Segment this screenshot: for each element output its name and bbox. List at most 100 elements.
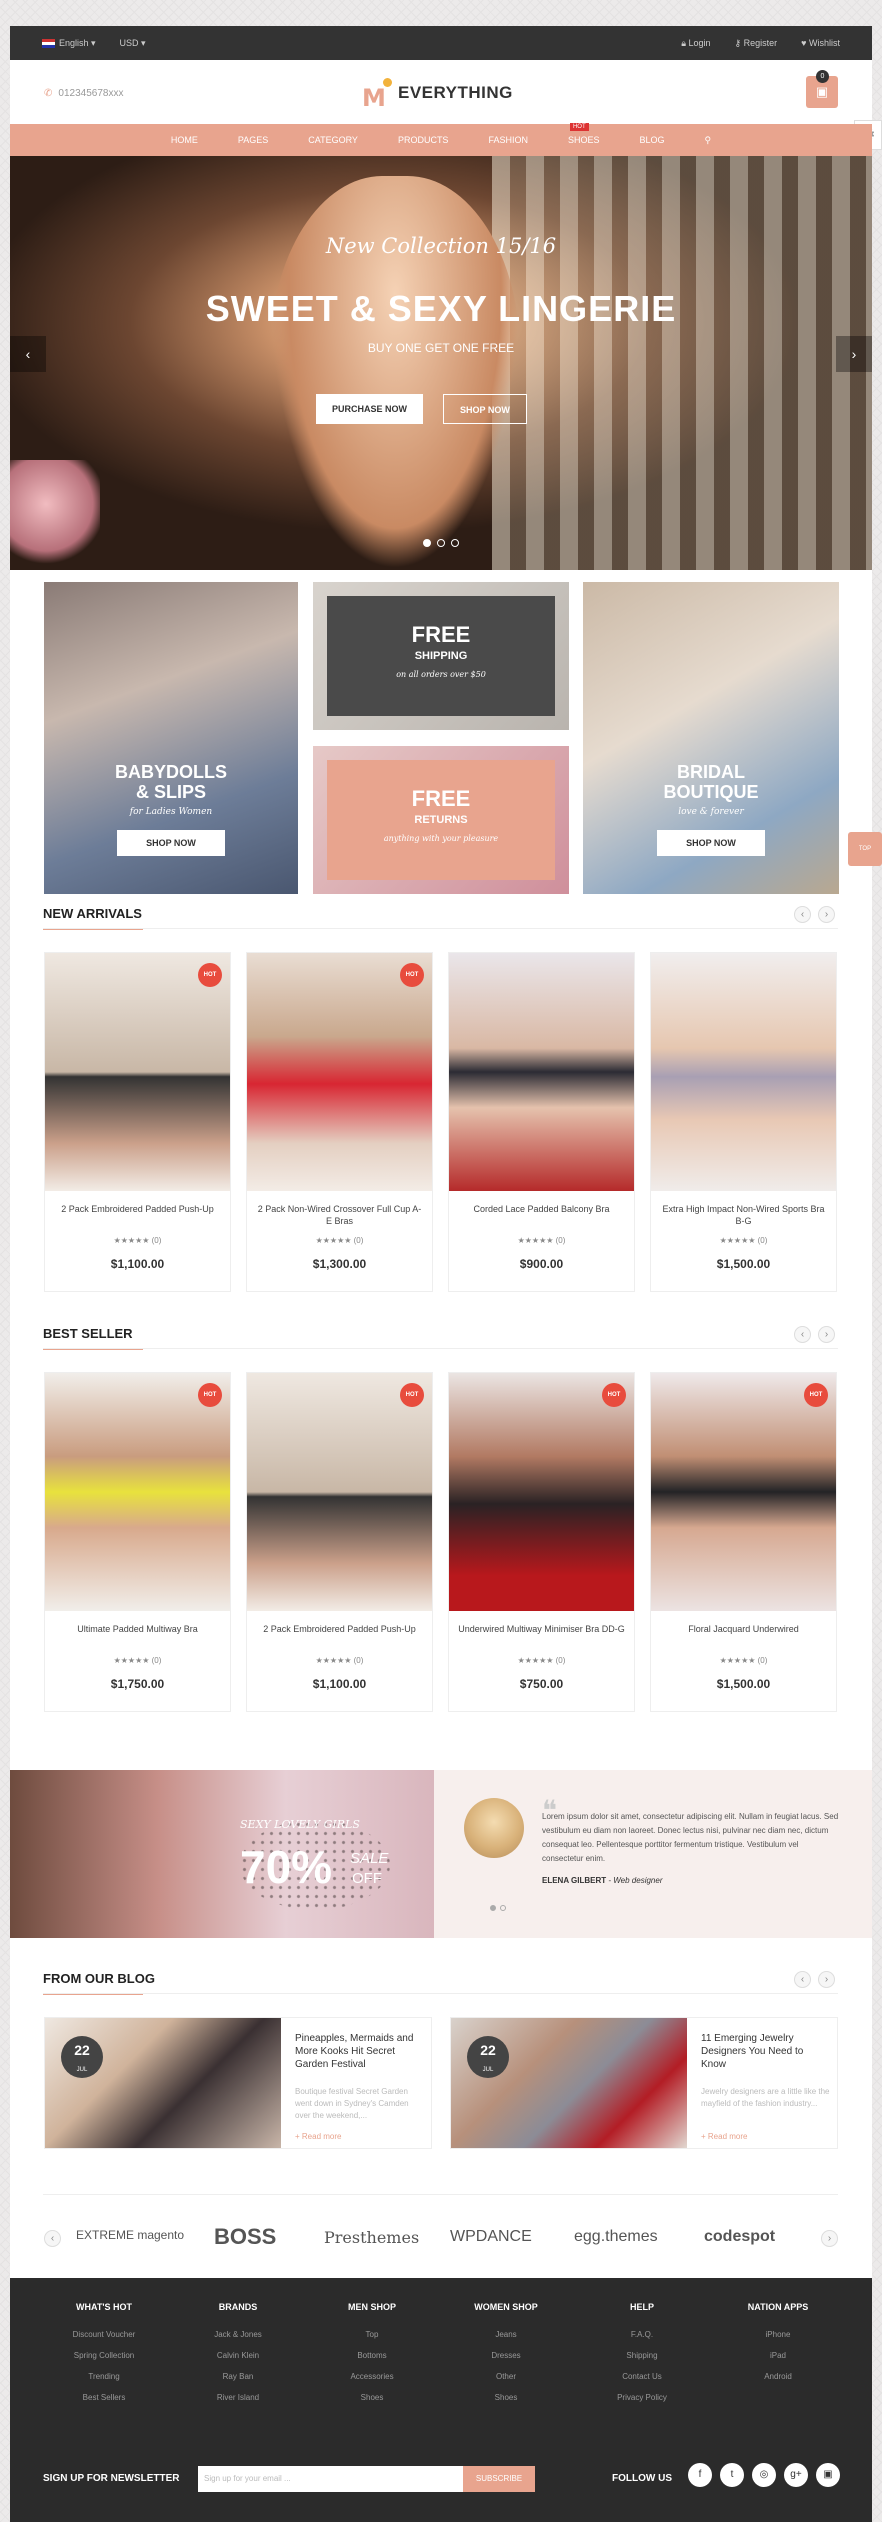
logo[interactable]: M EVERYTHING (362, 78, 513, 112)
footer-link[interactable]: Jack & Jones (178, 2324, 298, 2345)
dribbble-icon[interactable]: ◎ (752, 2463, 776, 2487)
slide-dot[interactable] (451, 539, 459, 547)
product-image[interactable] (45, 1373, 230, 1611)
footer-link[interactable]: Best Sellers (44, 2387, 164, 2408)
footer-link[interactable]: Dresses (446, 2345, 566, 2366)
free-returns-banner[interactable]: FREE RETURNS anything with your pleasure (313, 746, 569, 894)
wishlist-link[interactable]: ♥ Wishlist (801, 38, 840, 48)
search-icon[interactable]: ⚲ (705, 135, 712, 146)
sale-banner[interactable]: SEXY LOVELY GIRLS 70% SALE OFF (10, 1770, 434, 1938)
brand-logo[interactable]: egg.themes (574, 2228, 658, 2246)
slide-dot[interactable] (437, 539, 445, 547)
brand-logo[interactable]: WPDANCE (450, 2228, 532, 2246)
footer-link[interactable]: River Island (178, 2387, 298, 2408)
nav-fashion[interactable]: FASHION (488, 135, 528, 145)
footer-link[interactable]: Contact Us (582, 2366, 702, 2387)
footer-link[interactable]: Trending (44, 2366, 164, 2387)
bridal-shop-now-button[interactable]: SHOP NOW (657, 830, 765, 856)
register-link[interactable]: ⚷ Register (735, 38, 778, 49)
product-image[interactable] (247, 1373, 432, 1611)
newsletter-email-input[interactable]: Sign up for your email ... (198, 2466, 463, 2492)
nav-pages[interactable]: PAGES (238, 135, 268, 145)
slide-dot[interactable] (490, 1905, 496, 1911)
product-name[interactable]: 2 Pack Embroidered Padded Push-Up (255, 1623, 424, 1635)
footer-link[interactable]: Accessories (312, 2366, 432, 2387)
nav-blog[interactable]: BLOG (639, 135, 664, 145)
subscribe-button[interactable]: SUBSCRIBE (463, 2466, 535, 2492)
product-name[interactable]: Ultimate Padded Multiway Bra (53, 1623, 222, 1635)
nav-home[interactable]: HOME (171, 135, 198, 145)
product-card[interactable]: HOT 2 Pack Embroidered Padded Push-Up ★★… (246, 1372, 433, 1712)
read-more-link[interactable]: + Read more (701, 2132, 747, 2141)
slide-dot[interactable] (500, 1905, 506, 1911)
bridal-banner[interactable]: BRIDAL BOUTIQUE love & forever SHOP NOW (583, 582, 839, 894)
footer-link[interactable]: Privacy Policy (582, 2387, 702, 2408)
twitter-icon[interactable]: t (720, 2463, 744, 2487)
free-shipping-banner[interactable]: FREE SHIPPING on all orders over $50 (313, 582, 569, 730)
cart-button[interactable]: ▣ 0 (806, 70, 838, 108)
footer-link[interactable]: Bottoms (312, 2345, 432, 2366)
footer-link[interactable]: Android (718, 2366, 838, 2387)
nav-category[interactable]: CATEGORY (308, 135, 358, 145)
product-name[interactable]: 2 Pack Embroidered Padded Push-Up (53, 1203, 222, 1215)
brand-logo[interactable]: EXTREME magento (76, 2228, 184, 2242)
product-image[interactable] (247, 953, 432, 1191)
chevron-right-icon[interactable]: › (818, 1971, 835, 1988)
chevron-right-icon[interactable]: › (836, 336, 872, 372)
footer-link[interactable]: Discount Voucher (44, 2324, 164, 2345)
footer-link[interactable]: iPhone (718, 2324, 838, 2345)
product-image[interactable] (449, 953, 634, 1191)
chevron-left-icon[interactable]: ‹ (794, 906, 811, 923)
nav-products[interactable]: PRODUCTS (398, 135, 449, 145)
footer-link[interactable]: Shipping (582, 2345, 702, 2366)
footer-link[interactable]: Shoes (312, 2387, 432, 2408)
product-card[interactable]: HOT Floral Jacquard Underwired ★★★★★ (0)… (650, 1372, 837, 1712)
language-select[interactable]: English ▾ (42, 38, 96, 49)
product-name[interactable]: Floral Jacquard Underwired (659, 1623, 828, 1635)
product-name[interactable]: Corded Lace Padded Balcony Bra (457, 1203, 626, 1215)
facebook-icon[interactable]: f (688, 2463, 712, 2487)
product-image[interactable] (651, 953, 836, 1191)
product-image[interactable] (45, 953, 230, 1191)
footer-link[interactable]: Shoes (446, 2387, 566, 2408)
footer-link[interactable]: F.A.Q. (582, 2324, 702, 2345)
product-card[interactable]: HOT Ultimate Padded Multiway Bra ★★★★★ (… (44, 1372, 231, 1712)
product-image[interactable] (651, 1373, 836, 1611)
footer-link[interactable]: Jeans (446, 2324, 566, 2345)
product-card[interactable]: Extra High Impact Non-Wired Sports Bra B… (650, 952, 837, 1292)
brand-logo[interactable]: Presthemes (324, 2228, 419, 2247)
footer-link[interactable]: iPad (718, 2345, 838, 2366)
footer-link[interactable]: Calvin Klein (178, 2345, 298, 2366)
product-name[interactable]: 2 Pack Non-Wired Crossover Full Cup A-E … (255, 1203, 424, 1227)
babydolls-shop-now-button[interactable]: SHOP NOW (117, 830, 225, 856)
back-to-top-button[interactable]: TOP (848, 832, 882, 866)
chevron-left-icon[interactable]: ‹ (794, 1971, 811, 1988)
product-card[interactable]: HOT 2 Pack Non-Wired Crossover Full Cup … (246, 952, 433, 1292)
read-more-link[interactable]: + Read more (295, 2132, 341, 2141)
slide-dot[interactable] (423, 539, 431, 547)
product-image[interactable] (449, 1373, 634, 1611)
footer-link[interactable]: Ray Ban (178, 2366, 298, 2387)
purchase-now-button[interactable]: PURCHASE NOW (316, 394, 424, 424)
product-name[interactable]: Underwired Multiway Minimiser Bra DD-G (457, 1623, 626, 1635)
brand-logo[interactable]: codespot (704, 2228, 775, 2246)
hero-shop-now-button[interactable]: SHOP NOW (443, 394, 527, 424)
nav-shoes[interactable]: SHOES HOT (568, 123, 599, 145)
product-card[interactable]: HOT 2 Pack Embroidered Padded Push-Up ★★… (44, 952, 231, 1292)
login-link[interactable]: 🔒︎ Login (681, 38, 710, 49)
product-card[interactable]: Corded Lace Padded Balcony Bra ★★★★★ (0)… (448, 952, 635, 1292)
blog-post-title[interactable]: 11 Emerging Jewelry Designers You Need t… (701, 2032, 827, 2071)
currency-select[interactable]: USD ▾ (120, 38, 146, 49)
footer-link[interactable]: Spring Collection (44, 2345, 164, 2366)
chevron-right-icon[interactable]: › (818, 906, 835, 923)
google-plus-icon[interactable]: g+ (784, 2463, 808, 2487)
blog-post-title[interactable]: Pineapples, Mermaids and More Kooks Hit … (295, 2032, 421, 2071)
product-name[interactable]: Extra High Impact Non-Wired Sports Bra B… (659, 1203, 828, 1227)
blog-post[interactable]: 22 JUL 11 Emerging Jewelry Designers You … (450, 2017, 838, 2149)
chevron-right-icon[interactable]: › (821, 2230, 838, 2247)
chevron-left-icon[interactable]: ‹ (10, 336, 46, 372)
instagram-icon[interactable]: ▣ (816, 2463, 840, 2487)
babydolls-banner[interactable]: BABYDOLLS & SLIPS for Ladies Women SHOP N… (44, 582, 298, 894)
chevron-left-icon[interactable]: ‹ (44, 2230, 61, 2247)
brand-logo[interactable]: BOSS (214, 2224, 276, 2250)
